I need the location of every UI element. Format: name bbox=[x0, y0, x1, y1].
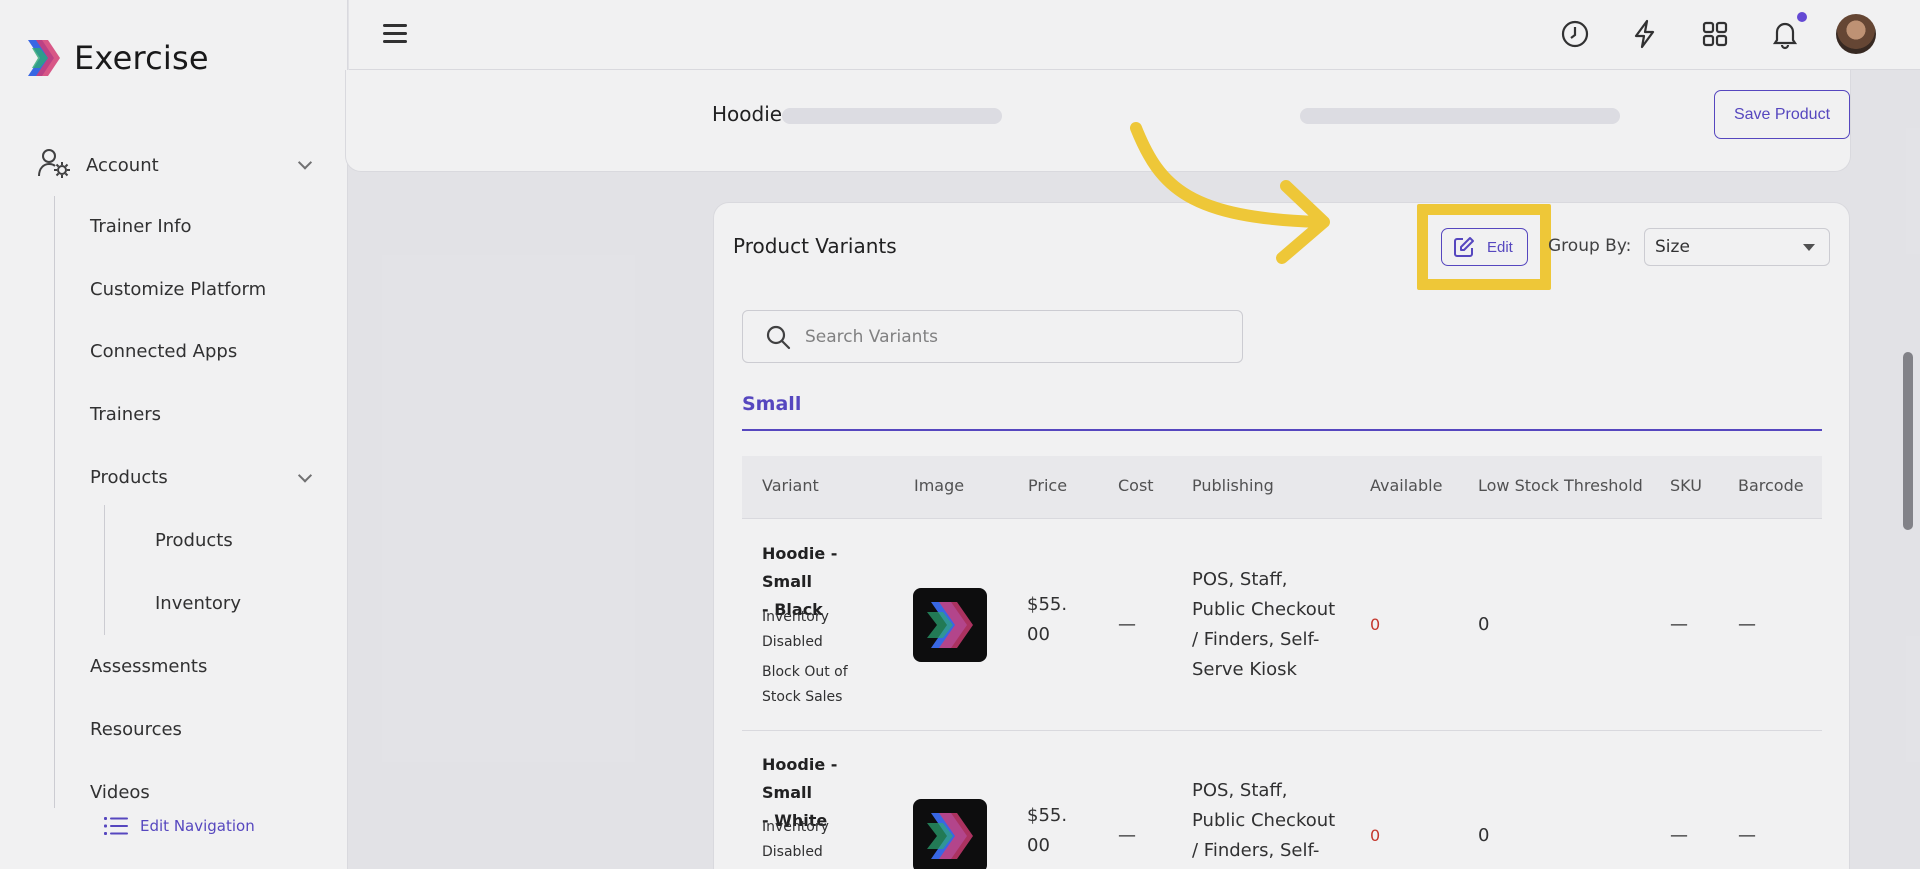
sidebar-item-videos[interactable]: Videos bbox=[90, 778, 310, 808]
brand[interactable]: Exercise bbox=[24, 38, 209, 78]
lightning-icon[interactable] bbox=[1629, 18, 1661, 50]
product-header-card bbox=[345, 70, 1851, 172]
sidebar-item-products-label: Products bbox=[90, 467, 168, 488]
tab-small[interactable]: Small bbox=[742, 393, 801, 415]
highlight-box bbox=[1417, 204, 1551, 290]
chevron-down-icon[interactable] bbox=[297, 155, 313, 170]
column-header-barcode: Barcode bbox=[1738, 476, 1804, 495]
variant-sku: — bbox=[1670, 825, 1688, 846]
blurred-field bbox=[1300, 108, 1620, 124]
tab-underline bbox=[742, 429, 1822, 431]
edit-navigation-label: Edit Navigation bbox=[140, 817, 255, 835]
pointer-arrow-icon bbox=[1130, 122, 1330, 264]
sidebar-subitem-products[interactable]: Products bbox=[155, 526, 233, 556]
history-icon[interactable] bbox=[1559, 18, 1591, 50]
apps-grid-icon[interactable] bbox=[1699, 18, 1731, 50]
sidebar-item-account-label: Account bbox=[86, 154, 159, 176]
row-divider bbox=[742, 730, 1822, 731]
chevron-down-icon[interactable] bbox=[297, 468, 313, 483]
product-variants-card bbox=[713, 202, 1850, 869]
variant-publishing: POS, Staff, Public Checkout / Finders, S… bbox=[1192, 569, 1336, 680]
column-header-image: Image bbox=[914, 476, 965, 495]
search-variants-field[interactable] bbox=[742, 310, 1243, 363]
variant-low-stock-threshold: 0 bbox=[1478, 825, 1490, 846]
bell-icon[interactable] bbox=[1769, 18, 1801, 50]
hamburger-menu-icon[interactable] bbox=[383, 24, 407, 44]
blurred-field bbox=[782, 108, 1002, 124]
variant-available: 0 bbox=[1370, 826, 1381, 845]
column-header-price: Price bbox=[1028, 476, 1068, 495]
group-by-select[interactable]: Size bbox=[1644, 228, 1830, 266]
variant-cost: — bbox=[1118, 825, 1136, 846]
brand-logo-icon bbox=[24, 38, 62, 78]
search-icon bbox=[765, 324, 791, 350]
column-header-cost: Cost bbox=[1118, 476, 1154, 495]
product-variants-title: Product Variants bbox=[733, 234, 897, 258]
topbar bbox=[349, 0, 1920, 70]
variant-notes: Inventory Disabled Block Out of Stock Sa… bbox=[762, 609, 848, 705]
list-icon bbox=[104, 816, 128, 836]
group-by-value: Size bbox=[1655, 237, 1690, 257]
sidebar-item-assessments[interactable]: Assessments bbox=[90, 652, 310, 682]
sidebar-item-account[interactable]: Account bbox=[38, 148, 313, 182]
variant-image[interactable] bbox=[913, 588, 987, 662]
variants-table-header: Variant Image Price Cost Publishing Avai… bbox=[742, 456, 1822, 519]
variant-barcode: — bbox=[1738, 825, 1756, 846]
group-by-label: Group By: bbox=[1548, 236, 1632, 256]
column-header-variant: Variant bbox=[762, 476, 819, 495]
avatar[interactable] bbox=[1836, 14, 1876, 54]
sidebar-item-resources[interactable]: Resources bbox=[90, 715, 310, 745]
nav-tree-line bbox=[54, 196, 55, 808]
variant-barcode: — bbox=[1738, 614, 1756, 635]
nav-subtree-line bbox=[104, 505, 105, 635]
column-header-publishing: Publishing bbox=[1192, 476, 1274, 495]
variant-notes: Inventory Disabled bbox=[762, 819, 829, 860]
variant-low-stock-threshold: 0 bbox=[1478, 614, 1490, 635]
column-header-sku: SKU bbox=[1670, 476, 1702, 495]
variant-image[interactable] bbox=[913, 799, 987, 869]
sidebar-item-trainer-info[interactable]: Trainer Info bbox=[90, 212, 310, 242]
caret-down-icon bbox=[1803, 244, 1815, 251]
sidebar-item-customize-platform[interactable]: Customize Platform bbox=[90, 275, 310, 305]
variant-cost: — bbox=[1118, 614, 1136, 635]
account-settings-icon bbox=[38, 148, 70, 182]
column-header-available: Available bbox=[1370, 476, 1443, 495]
variant-sku: — bbox=[1670, 614, 1688, 635]
save-product-button[interactable]: Save Product bbox=[1714, 90, 1850, 139]
search-variants-input[interactable] bbox=[805, 326, 1205, 347]
sidebar-item-products[interactable]: Products bbox=[90, 463, 313, 493]
product-title: Hoodie bbox=[712, 102, 783, 126]
sidebar-item-connected-apps[interactable]: Connected Apps bbox=[90, 337, 310, 367]
sidebar-subitem-inventory[interactable]: Inventory bbox=[155, 589, 241, 619]
scrollbar-thumb[interactable] bbox=[1903, 352, 1913, 530]
variant-price: $55. 00 bbox=[1027, 594, 1068, 645]
sidebar: Exercise Account Trainer Info Customize … bbox=[0, 0, 348, 869]
brand-title: Exercise bbox=[74, 39, 209, 77]
sidebar-item-trainers[interactable]: Trainers bbox=[90, 400, 310, 430]
variant-available: 0 bbox=[1370, 615, 1381, 634]
column-header-low-stock-threshold: Low Stock Threshold bbox=[1478, 476, 1643, 495]
edit-navigation-link[interactable]: Edit Navigation bbox=[104, 816, 255, 836]
variant-price: $55. 00 bbox=[1027, 805, 1068, 856]
notification-dot bbox=[1797, 12, 1807, 22]
variant-publishing: POS, Staff, Public Checkout / Finders, S… bbox=[1192, 780, 1336, 861]
